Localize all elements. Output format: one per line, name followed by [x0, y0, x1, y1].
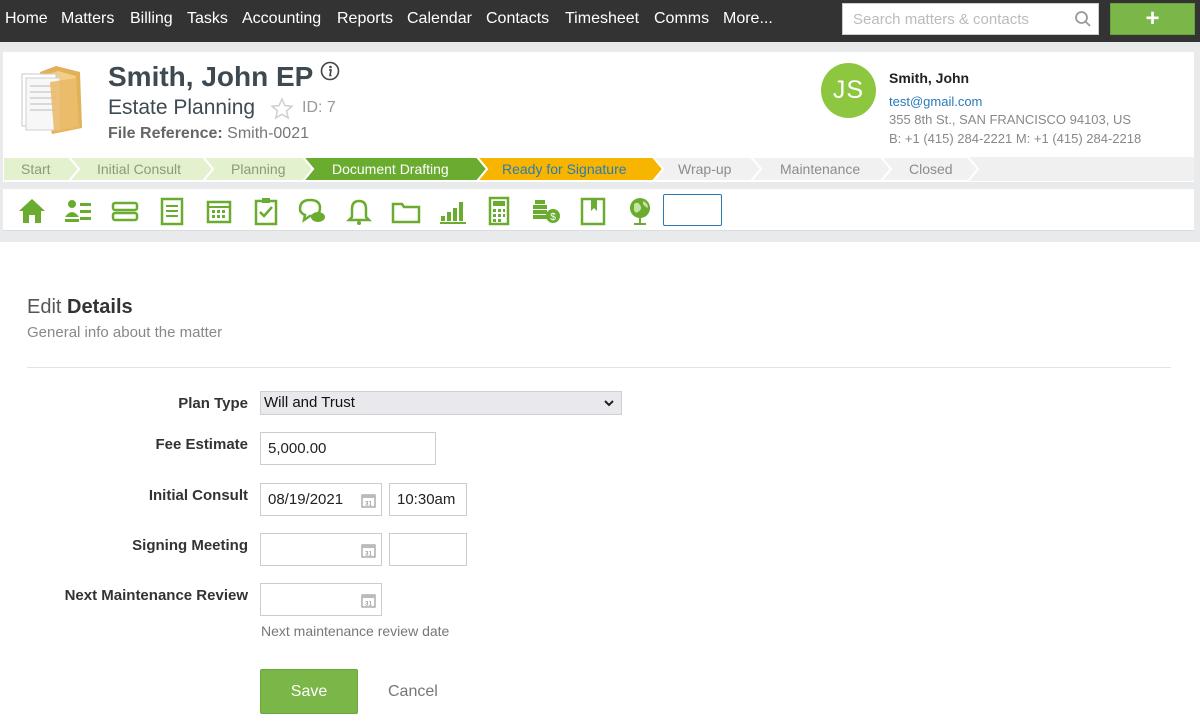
book-icon[interactable] [578, 195, 608, 227]
nav-contacts[interactable]: Contacts [486, 0, 549, 38]
stage-planning[interactable]: Planning [231, 161, 286, 177]
nav-tasks[interactable]: Tasks [187, 0, 228, 38]
calculator-icon[interactable] [484, 195, 514, 227]
contact-avatar[interactable]: JS [821, 63, 876, 118]
tasks-icon[interactable] [251, 195, 281, 227]
svg-text:31: 31 [365, 502, 372, 508]
contact-phones: B: +1 (415) 284-2221 M: +1 (415) 284-221… [889, 131, 1142, 146]
stage-initial-consult[interactable]: Initial Consult [97, 161, 181, 177]
section-title-bold: Details [67, 296, 133, 318]
file-reference-value: Smith-0021 [227, 125, 309, 142]
svg-text:31: 31 [365, 602, 372, 608]
nav-matters[interactable]: Matters [61, 0, 114, 38]
billing-icon[interactable] [110, 195, 140, 227]
top-navigation: Home Matters Billing Tasks Accounting Re… [0, 0, 1200, 42]
initial-consult-time-input[interactable]: 10:30am [389, 483, 467, 516]
folder-icon[interactable] [391, 195, 421, 227]
comments-icon[interactable] [297, 195, 327, 227]
notes-icon[interactable] [157, 195, 187, 227]
file-reference-label: File Reference: [108, 125, 223, 142]
plan-type-select[interactable]: Will and Trust [260, 391, 622, 415]
calendar-picker-icon[interactable]: 31 [361, 542, 376, 558]
stage-maintenance[interactable]: Maintenance [780, 161, 860, 177]
stage-document-drafting[interactable]: Document Drafting [332, 161, 449, 177]
reports-icon[interactable] [438, 195, 468, 227]
info-icon[interactable] [320, 61, 340, 81]
fee-estimate-input[interactable]: 5,000.00 [260, 432, 436, 465]
next-review-date-input[interactable]: 31 [260, 583, 382, 616]
nav-accounting[interactable]: Accounting [242, 0, 321, 38]
section-divider [27, 367, 1171, 368]
signing-meeting-time-input[interactable] [389, 533, 467, 566]
plan-type-value: Will and Trust [264, 394, 355, 411]
calendar-picker-icon[interactable]: 31 [361, 592, 376, 608]
section-title: Edit Details [27, 296, 133, 319]
search-input[interactable] [843, 4, 1068, 34]
matter-folder-icon [21, 66, 82, 134]
nav-billing[interactable]: Billing [130, 0, 173, 38]
initial-consult-date-input[interactable]: 08/19/2021 31 [260, 483, 382, 516]
stage-ready-for-signature[interactable]: Ready for Signature [502, 161, 627, 177]
initial-consult-label: Initial Consult [148, 487, 248, 504]
nav-comms[interactable]: Comms [654, 0, 709, 38]
initial-consult-date-value: 08/19/2021 [268, 491, 344, 508]
stage-wrap-up[interactable]: Wrap-up [678, 161, 731, 177]
stage-closed[interactable]: Closed [909, 161, 953, 177]
matter-type: Estate Planning [108, 96, 256, 119]
add-new-button[interactable]: + [1110, 3, 1195, 35]
contact-name[interactable]: Smith, John [889, 70, 969, 86]
next-review-help-text: Next maintenance review date [261, 623, 450, 639]
contacts-list-icon[interactable] [63, 195, 93, 227]
contact-email-link[interactable]: test@gmail.com [889, 94, 982, 109]
nav-home[interactable]: Home [5, 0, 48, 38]
nav-more[interactable]: More... [723, 0, 773, 38]
stage-start[interactable]: Start [21, 161, 51, 177]
svg-text:$: $ [550, 212, 556, 223]
next-review-label: Next Maintenance Review [64, 587, 248, 604]
signing-meeting-date-input[interactable]: 31 [260, 533, 382, 566]
search-box [842, 3, 1099, 35]
matter-id: ID: 7 [302, 99, 336, 116]
svg-text:31: 31 [365, 552, 372, 558]
money-icon[interactable]: $ [531, 195, 561, 227]
section-subtitle: General info about the matter [27, 324, 223, 341]
toolbar-extra-box[interactable] [663, 194, 722, 226]
favorite-star-icon[interactable] [270, 97, 294, 121]
nav-reports[interactable]: Reports [337, 0, 393, 38]
file-reference: File Reference: Smith-0021 [108, 125, 309, 143]
save-button[interactable]: Save [260, 669, 358, 714]
contact-address: 355 8th St., SAN FRANCISCO 94103, US [889, 112, 1132, 127]
calendar-picker-icon[interactable]: 31 [361, 492, 376, 508]
cancel-button[interactable]: Cancel [388, 683, 438, 701]
home-icon[interactable] [17, 195, 47, 227]
plan-type-label: Plan Type [178, 395, 248, 412]
calendar-icon[interactable] [204, 195, 234, 227]
nav-calendar[interactable]: Calendar [407, 0, 472, 38]
search-icon[interactable] [1074, 10, 1092, 28]
matter-title: Smith, John EP [108, 61, 314, 92]
fee-estimate-label: Fee Estimate [155, 436, 248, 453]
globe-icon[interactable] [625, 195, 655, 227]
nav-timesheet[interactable]: Timesheet [565, 0, 639, 38]
signing-meeting-label: Signing Meeting [132, 537, 248, 554]
section-title-light: Edit [27, 296, 62, 318]
bell-icon[interactable] [344, 195, 374, 227]
chevron-down-icon [604, 400, 614, 407]
